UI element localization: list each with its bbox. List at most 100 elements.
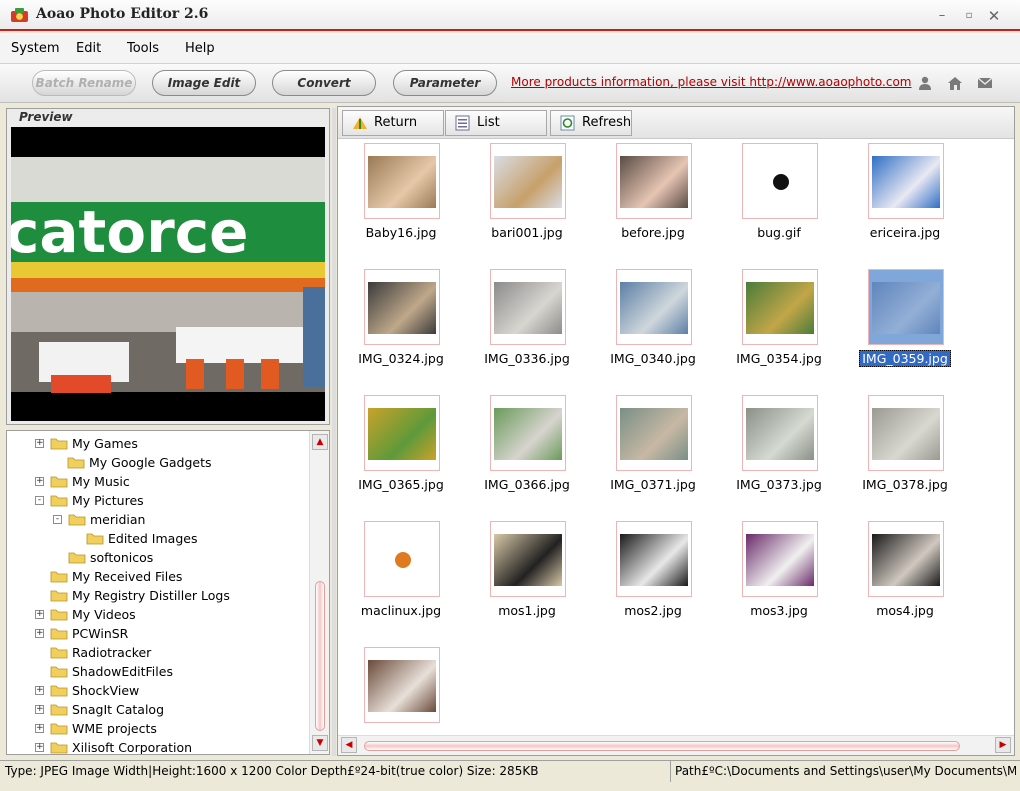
tree-item[interactable]: Radiotracker — [7, 643, 307, 662]
tree-item[interactable]: My Received Files — [7, 567, 307, 586]
tree-item[interactable]: + ShockView — [7, 681, 307, 700]
thumbnail-frame — [364, 395, 440, 471]
tree-item[interactable]: softonicos — [7, 548, 307, 567]
menu-system[interactable]: System — [11, 41, 59, 56]
thumbnail-item[interactable]: mos2.jpg — [590, 521, 716, 641]
mail-icon[interactable] — [977, 75, 993, 91]
folder-icon — [67, 457, 85, 469]
list-label: List — [477, 115, 500, 130]
scroll-down-button[interactable]: ▼ — [312, 735, 328, 751]
thumbnail-item[interactable]: mos4.jpg — [842, 521, 968, 641]
collapse-icon[interactable]: - — [35, 496, 44, 505]
thumbnail-image — [620, 534, 688, 586]
scroll-left-button[interactable]: ◀ — [341, 737, 357, 753]
thumbnail-item[interactable]: IMG_0371.jpg — [590, 395, 716, 515]
scroll-right-button[interactable]: ▶ — [995, 737, 1011, 753]
file-browser-toolbar: Return List Refresh — [338, 107, 1014, 139]
tree-item[interactable]: My Registry Distiller Logs — [7, 586, 307, 605]
thumbnail-frame — [616, 143, 692, 219]
thumbnail-item[interactable]: mos1.jpg — [464, 521, 590, 641]
expand-icon[interactable]: + — [35, 724, 44, 733]
expand-icon[interactable]: + — [35, 629, 44, 638]
return-label: Return — [374, 115, 418, 130]
preview-label: Preview — [15, 110, 77, 124]
tree-item[interactable]: + My Music — [7, 472, 307, 491]
thumbnail-item[interactable]: IMG_0354.jpg — [716, 269, 842, 389]
thumbnail-label: IMG_0324.jpg — [358, 351, 444, 366]
thumbnail-item[interactable]: IMG_0373.jpg — [716, 395, 842, 515]
user-icon[interactable] — [917, 75, 933, 91]
folder-icon — [50, 647, 68, 659]
thumbnail-item[interactable]: IMG_0366.jpg — [464, 395, 590, 515]
tree-item[interactable]: + My Videos — [7, 605, 307, 624]
tree-item[interactable]: ShadowEditFiles — [7, 662, 307, 681]
thumbnail-item[interactable]: bug.gif — [716, 143, 842, 263]
tree-item[interactable]: Edited Images — [7, 529, 307, 548]
title-bar: Aoao Photo Editor 2.6 – ▫ ✕ — [0, 0, 1020, 31]
folder-icon — [50, 742, 68, 754]
tree-item-label: My Registry Distiller Logs — [72, 588, 230, 603]
tree-item[interactable]: - My Pictures — [7, 491, 307, 510]
main-toolbar: Batch Rename Image Edit Convert Paramete… — [0, 63, 1020, 103]
tree-item[interactable]: + SnagIt Catalog — [7, 700, 307, 719]
expand-icon[interactable]: + — [35, 686, 44, 695]
thumbnail-item[interactable]: IMG_0378.jpg — [842, 395, 968, 515]
thumbnail-item[interactable]: Baby16.jpg — [338, 143, 464, 263]
thumbnail-item[interactable]: IMG_0365.jpg — [338, 395, 464, 515]
thumbnail-frame — [742, 269, 818, 345]
tree-item-label: SnagIt Catalog — [72, 702, 165, 717]
thumbnail-item[interactable]: bari001.jpg — [464, 143, 590, 263]
menu-help[interactable]: Help — [185, 41, 215, 56]
expand-icon[interactable]: + — [35, 477, 44, 486]
vertical-scroll-thumb[interactable] — [315, 581, 325, 731]
convert-button[interactable]: Convert — [272, 70, 376, 96]
tree-item[interactable]: My Google Gadgets — [7, 453, 307, 472]
thumbnail-item[interactable]: maclinux.jpg — [338, 521, 464, 641]
batch-rename-button[interactable]: Batch Rename — [32, 70, 136, 96]
scroll-up-button[interactable]: ▲ — [312, 434, 328, 450]
minimize-button[interactable]: – — [934, 8, 950, 24]
thumbnail-item[interactable]: IMG_0340.jpg — [590, 269, 716, 389]
close-button[interactable]: ✕ — [986, 8, 1002, 24]
thumbnail-item[interactable]: ericeira.jpg — [842, 143, 968, 263]
vertical-scrollbar[interactable]: ▲ ▼ — [309, 431, 329, 754]
horizontal-scrollbar[interactable]: ◀ ▶ — [338, 735, 1014, 755]
expand-icon[interactable]: + — [35, 705, 44, 714]
expand-icon[interactable]: + — [35, 439, 44, 448]
horizontal-scroll-thumb[interactable] — [364, 741, 960, 751]
thumbnail-image — [494, 534, 562, 586]
thumbnail-label: ericeira.jpg — [869, 225, 941, 240]
thumbnail-frame — [490, 521, 566, 597]
list-button[interactable]: List — [445, 110, 547, 136]
thumbnail-item[interactable]: IMG_0359.jpg — [842, 269, 968, 389]
promo-link[interactable]: More products information, please visit … — [511, 75, 912, 89]
tree-item[interactable]: + PCWinSR — [7, 624, 307, 643]
expand-icon[interactable]: + — [35, 610, 44, 619]
tree-item[interactable]: + Xilisoft Corporation — [7, 738, 307, 754]
expand-icon[interactable]: + — [35, 743, 44, 752]
thumbnail-frame — [616, 269, 692, 345]
thumbnail-item[interactable]: IMG_0336.jpg — [464, 269, 590, 389]
menu-edit[interactable]: Edit — [76, 41, 101, 56]
image-edit-button[interactable]: Image Edit — [152, 70, 256, 96]
thumbnail-label: IMG_0378.jpg — [862, 477, 948, 492]
parameter-button[interactable]: Parameter — [393, 70, 497, 96]
thumbnail-item[interactable]: mos3.jpg — [716, 521, 842, 641]
tree-item[interactable]: + WME projects — [7, 719, 307, 738]
tree-item[interactable]: + My Games — [7, 434, 307, 453]
maximize-button[interactable]: ▫ — [961, 8, 977, 24]
collapse-icon[interactable]: - — [53, 515, 62, 524]
return-button[interactable]: Return — [342, 110, 444, 136]
thumbnail-item[interactable]: IMG_0324.jpg — [338, 269, 464, 389]
panel-splitter[interactable] — [332, 108, 336, 756]
tree-item-label: My Received Files — [72, 569, 183, 584]
menu-tools[interactable]: Tools — [127, 41, 159, 56]
thumbnail-image — [746, 282, 814, 334]
thumbnail-item[interactable]: before.jpg — [590, 143, 716, 263]
thumbnail-label: before.jpg — [621, 225, 685, 240]
thumbnail-image — [368, 282, 436, 334]
thumbnail-label: IMG_0366.jpg — [484, 477, 570, 492]
refresh-button[interactable]: Refresh — [550, 110, 632, 136]
home-icon[interactable] — [947, 75, 963, 91]
tree-item[interactable]: - meridian — [7, 510, 307, 529]
